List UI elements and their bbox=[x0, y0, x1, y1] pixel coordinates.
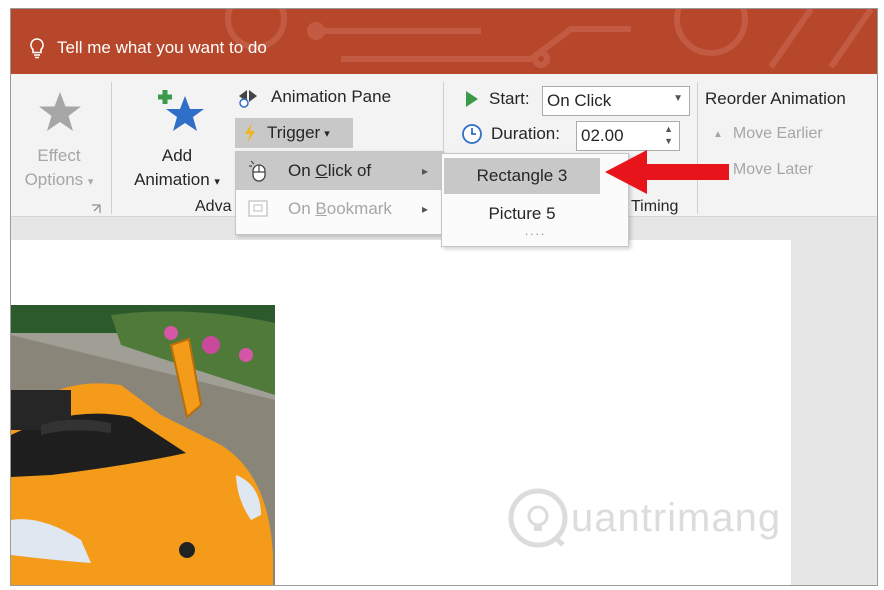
triangle-up-icon: ▲ bbox=[713, 128, 723, 140]
move-earlier-label: Move Earlier bbox=[732, 125, 823, 142]
spinner-arrows-icon[interactable]: ▲ ▼ bbox=[664, 123, 673, 147]
add-animation-label: Add Animation ▾ bbox=[134, 146, 220, 189]
car-picture[interactable] bbox=[11, 305, 275, 586]
start-row: Start: bbox=[465, 84, 530, 114]
watermark: uantrimang bbox=[507, 487, 781, 549]
dialog-launcher-icon[interactable] bbox=[91, 204, 101, 214]
duration-value: 02.00 bbox=[581, 126, 624, 145]
watermark-text: uantrimang bbox=[571, 495, 782, 540]
start-value: On Click bbox=[547, 91, 612, 110]
submenu-arrow-icon: ▸ bbox=[421, 202, 428, 216]
reorder-animation-label: Reorder Animation bbox=[705, 89, 846, 108]
submenu-arrow-icon: ▸ bbox=[421, 164, 428, 178]
star-icon bbox=[39, 92, 81, 131]
duration-row: Duration: bbox=[461, 119, 560, 149]
powerpoint-window: Tell me what you want to do Effect Optio… bbox=[10, 8, 878, 586]
submenu-item-label: Picture 5 bbox=[488, 204, 556, 223]
slide-editor-area: uantrimang bbox=[11, 217, 877, 586]
menu-item-on-bookmark[interactable]: On Bookmark ▸ bbox=[236, 190, 442, 228]
menu-item-label: On bbox=[288, 199, 316, 218]
duration-label: Duration: bbox=[491, 124, 560, 143]
effect-options-label: Effect Options ▾ bbox=[24, 146, 94, 189]
add-animation-button[interactable]: Add Animation ▾ bbox=[123, 80, 231, 198]
chevron-down-icon: ▼ bbox=[673, 93, 683, 104]
trigger-menu: On Click of ▸ On Bookmark ▸ bbox=[235, 151, 443, 235]
menu-item-label: On bbox=[288, 161, 316, 180]
lightbulb-icon bbox=[30, 38, 44, 59]
add-star-icon bbox=[158, 90, 204, 131]
chevron-down-icon: ▾ bbox=[324, 127, 330, 140]
menu-item-accelerator: B bbox=[315, 199, 327, 218]
effect-options-button[interactable]: Effect Options ▾ bbox=[15, 80, 103, 198]
menu-item-label: ookmark bbox=[326, 199, 392, 218]
tell-me-text: Tell me what you want to do bbox=[57, 38, 267, 57]
move-later-label: Move Later bbox=[732, 161, 813, 178]
animation-pane-icon bbox=[239, 90, 257, 108]
menu-item-accelerator: C bbox=[315, 161, 328, 180]
bookmark-icon bbox=[248, 200, 268, 217]
lightning-icon bbox=[245, 123, 255, 143]
menu-item-on-click-of[interactable]: On Click of ▸ bbox=[236, 152, 442, 190]
start-select[interactable]: On Click ▼ bbox=[542, 86, 690, 116]
group-separator bbox=[111, 82, 112, 214]
move-earlier-button[interactable]: ▲ Move Earlier bbox=[713, 119, 823, 149]
animation-pane-button[interactable]: Animation Pane bbox=[237, 82, 391, 112]
clock-icon bbox=[462, 124, 482, 144]
submenu-item-label: Rectangle 3 bbox=[476, 166, 568, 185]
trigger-button[interactable]: Trigger ▾ bbox=[235, 118, 353, 148]
submenu-item-rectangle-3[interactable]: Rectangle 3 bbox=[444, 158, 600, 194]
trigger-label: Trigger bbox=[267, 123, 321, 142]
title-bar: Tell me what you want to do bbox=[11, 9, 877, 74]
animation-pane-label: Animation Pane bbox=[271, 87, 392, 106]
start-label: Start: bbox=[489, 89, 530, 108]
tell-me-box[interactable]: Tell me what you want to do bbox=[29, 35, 267, 61]
watermark-logo-icon bbox=[508, 488, 568, 548]
mouse-click-icon bbox=[249, 160, 266, 182]
slide[interactable]: uantrimang bbox=[11, 240, 791, 586]
red-arrow-annotation bbox=[605, 150, 729, 194]
play-icon bbox=[466, 91, 478, 107]
resize-grip[interactable]: ···· bbox=[442, 226, 628, 241]
menu-item-label: lick of bbox=[327, 161, 372, 180]
